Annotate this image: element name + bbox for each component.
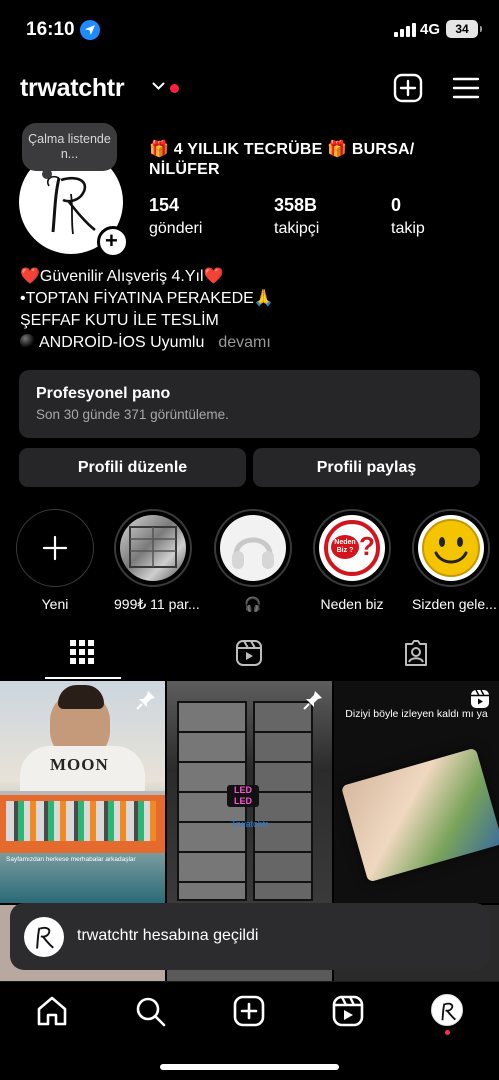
search-icon[interactable] <box>133 994 167 1028</box>
plus-icon <box>42 535 68 561</box>
network-type: 4G <box>420 21 441 38</box>
led-text: LED <box>234 796 252 806</box>
headphones-cover <box>220 515 286 581</box>
highlight-item[interactable]: Sizden gele... <box>412 509 497 612</box>
highlight-label: Sizden gele... <box>412 596 497 612</box>
toast-message: trwatchtr hesabına geçildi <box>77 927 259 944</box>
cellular-signal-icon <box>394 23 416 37</box>
edit-profile-button[interactable]: Profili düzenle <box>19 448 246 487</box>
toast-avatar <box>24 917 64 957</box>
highlight-label: Neden biz <box>320 596 384 612</box>
dashboard-subtitle: Son 30 günde 371 görüntüleme. <box>36 407 229 422</box>
followers-label: takipçi <box>274 220 320 237</box>
posts-label: gönderi <box>149 220 203 237</box>
grid-icon <box>70 640 94 664</box>
profile-header: trwatchtr <box>0 68 499 112</box>
bio-line: ❤️Güvenilir Alışveriş 4.Yıl❤️ <box>20 268 224 285</box>
highlight-cover <box>120 515 186 581</box>
notification-dot <box>170 84 179 93</box>
highlight-new[interactable]: Yeni <box>16 509 94 612</box>
post-thumbnail[interactable]: Diziyi böyle izleyen kaldı mı ya <box>334 681 499 903</box>
profile-name: 🎁 4 YILLIK TECRÜBE 🎁 BURSA/ NİLÜFER <box>149 141 415 178</box>
home-icon[interactable] <box>35 994 69 1028</box>
notification-dot <box>445 1030 450 1035</box>
highlight-item[interactable]: 999₺ 11 par... <box>114 509 200 613</box>
home-indicator[interactable] <box>160 1064 339 1070</box>
reel-caption: Diziyi böyle izleyen kaldı mı ya <box>345 708 488 720</box>
followers-count: 358B <box>274 195 318 215</box>
smiley-cover <box>418 515 484 581</box>
location-arrow-icon <box>80 20 100 40</box>
share-profile-button[interactable]: Profili paylaş <box>253 448 480 487</box>
status-time: 16:10 <box>26 19 75 40</box>
video-caption-text: Sayfamızdan herkese merhabalar arkadaşla… <box>6 856 136 863</box>
shirt-print-text: MOON <box>50 755 109 774</box>
led-text: LED <box>234 785 252 795</box>
following-label: takip <box>391 220 425 237</box>
pinned-icon <box>303 691 322 710</box>
bio-line: ŞEFFAF KUTU İLE TESLİM <box>20 312 219 329</box>
bio: ❤️Güvenilir Alışveriş 4.Yıl❤️ •TOPTAN Fİ… <box>20 266 480 354</box>
highlight-cover: Neden Biz ? ? <box>319 515 385 581</box>
posts-stat[interactable]: 154 gönderi <box>149 195 202 238</box>
bio-more-link[interactable]: devamı <box>218 334 270 351</box>
reels-icon <box>471 689 489 708</box>
highlight-label: Yeni <box>41 596 69 612</box>
add-story-button[interactable]: + <box>97 226 129 258</box>
tab-grid[interactable] <box>0 624 166 681</box>
battery-icon: 34 <box>446 20 482 38</box>
create-post-icon[interactable] <box>393 73 423 103</box>
posts-count: 154 <box>149 195 180 215</box>
neden-biz-art-text: Neden Biz ? <box>331 535 359 559</box>
tab-selected-indicator <box>45 677 121 679</box>
create-icon[interactable] <box>232 994 266 1028</box>
pinned-icon <box>136 691 155 710</box>
question-mark-icon: ? <box>359 531 375 561</box>
note-bubble[interactable]: Çalma listende n... <box>22 123 117 179</box>
bio-line: ANDROİD-İOS Uyumlu <box>39 334 205 351</box>
black-circle-icon <box>20 334 35 349</box>
reels-icon[interactable] <box>331 994 365 1028</box>
following-stat[interactable]: 0 takip <box>391 195 425 238</box>
menu-icon[interactable] <box>451 73 481 103</box>
reels-icon <box>236 640 262 666</box>
highlight-label: 🎧 <box>244 596 262 612</box>
tab-reels[interactable] <box>166 624 332 681</box>
chevron-down-icon[interactable] <box>152 82 165 91</box>
bio-line: •TOPTAN FİYATINA PERAKEDE🙏 <box>20 290 274 307</box>
watermark: Trwatchtr <box>231 819 269 829</box>
tab-tagged[interactable] <box>333 624 499 681</box>
post-thumbnail[interactable]: MOON Sayfamızdan herkese merhabalar arka… <box>0 681 165 903</box>
led-sign: LED LED <box>227 785 259 807</box>
highlight-label: 999₺ 11 par... <box>114 596 200 612</box>
post-thumbnail[interactable]: LED LED Trwatchtr <box>167 681 332 903</box>
professional-dashboard[interactable]: Profesyonel pano Son 30 günde 371 görünt… <box>19 370 480 438</box>
tagged-icon <box>405 640 427 666</box>
highlight-item[interactable]: Neden Biz ? ? Neden biz <box>313 509 391 612</box>
plus-icon: + <box>105 228 118 253</box>
profile-avatar[interactable] <box>431 994 463 1026</box>
account-switcher[interactable]: trwatchtr <box>20 74 125 103</box>
followers-stat[interactable]: 358B takipçi <box>274 195 319 238</box>
status-bar: 16:10 4G 34 <box>0 0 499 60</box>
highlight-item[interactable]: 🎧 <box>214 509 292 613</box>
dashboard-title: Profesyonel pano <box>36 385 171 402</box>
profile-tabs <box>0 624 499 681</box>
following-count: 0 <box>391 195 402 215</box>
account-switched-toast: trwatchtr hesabına geçildi <box>10 903 489 970</box>
